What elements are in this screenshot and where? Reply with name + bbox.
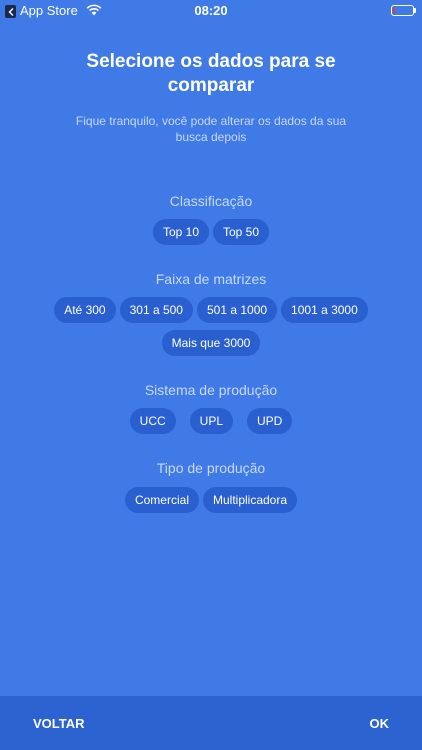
chip-ate-300[interactable]: Até 300 xyxy=(54,297,116,323)
chip-501-1000[interactable]: 501 a 1000 xyxy=(196,297,278,323)
section-label-tipo: Tipo de produção xyxy=(156,460,266,476)
chip-1001-3000[interactable]: 1001 a 3000 xyxy=(281,297,368,323)
chip-mais-que-3000[interactable]: Mais que 3000 xyxy=(161,330,261,356)
section-label-faixa: Faixa de matrizes xyxy=(155,271,267,287)
section-label-classificacao: Classificação xyxy=(169,193,253,209)
battery-icon xyxy=(391,5,414,16)
voltar-button[interactable]: VOLTAR xyxy=(33,696,85,750)
chip-top-50[interactable]: Top 50 xyxy=(213,219,270,245)
chip-row-sistema: UCC UPL UPD xyxy=(0,408,422,434)
ok-button[interactable]: OK xyxy=(370,696,390,750)
battery-tip xyxy=(414,8,416,13)
chip-upd[interactable]: UPD xyxy=(247,408,293,434)
chip-ucc[interactable]: UCC xyxy=(129,408,176,434)
status-bar: App Store 08:20 xyxy=(0,0,422,22)
chip-row-classificacao: Top 10 Top 50 xyxy=(0,219,422,245)
chip-301-500[interactable]: 301 a 500 xyxy=(119,297,193,323)
chip-comercial[interactable]: Comercial xyxy=(124,487,199,513)
screen: App Store 08:20 Selecione os dados para … xyxy=(0,0,422,750)
chip-row-faixa: Até 300 301 a 500 501 a 1000 1001 a 3000 xyxy=(0,297,422,323)
chip-row-tipo: Comercial Multiplicadora xyxy=(0,487,422,513)
status-time: 08:20 xyxy=(194,3,228,18)
section-label-sistema: Sistema de produção xyxy=(144,382,278,398)
chip-multiplicadora[interactable]: Multiplicadora xyxy=(202,487,298,513)
page-subtitle: Fique tranquilo, você pode alterar os da… xyxy=(75,114,347,144)
footer-bar: VOLTAR OK xyxy=(0,696,422,750)
chip-top-10[interactable]: Top 10 xyxy=(152,219,209,245)
page-title: Selecione os dados para se comparar xyxy=(86,51,336,96)
chip-row-faixa-2: Mais que 3000 xyxy=(0,330,422,356)
chip-upl[interactable]: UPL xyxy=(189,408,233,434)
